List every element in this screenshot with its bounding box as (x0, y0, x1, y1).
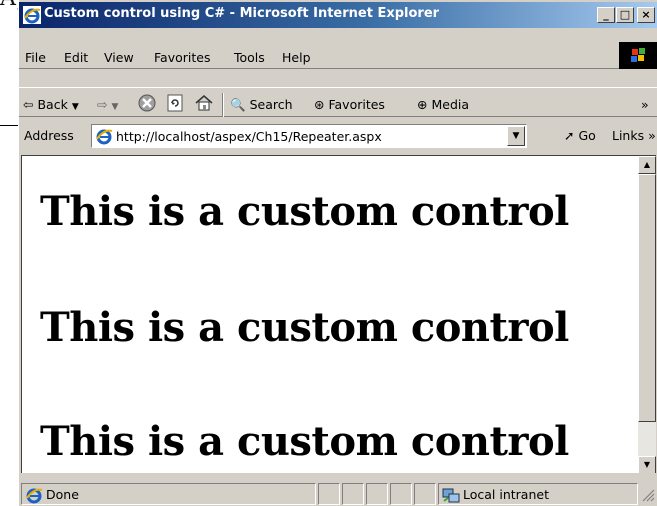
chevron-down-icon: ▼ (111, 102, 119, 112)
address-label: Address (24, 128, 74, 143)
address-bar: Address http://localhost/aspex/Ch15/Repe… (19, 120, 657, 150)
page-content: This is a custom control This is a custo… (21, 155, 656, 473)
address-dropdown-button[interactable]: ▼ (507, 126, 525, 146)
standard-toolbar: ⇦ Back ▼ ⇨ ▼ 🔍 Search ⊛ Favorites ⊕ Medi… (19, 87, 657, 117)
menu-help[interactable]: Help (282, 50, 311, 65)
go-button[interactable]: ➚ Go (564, 128, 596, 143)
favorites-button[interactable]: ⊛ Favorites (314, 97, 385, 112)
arrow-down-icon: ▼ (643, 460, 651, 469)
refresh-button[interactable] (165, 93, 185, 113)
toolbar-overflow-button[interactable]: » (641, 97, 649, 112)
go-arrow-icon: ➚ (564, 128, 575, 143)
scroll-up-button[interactable]: ▲ (638, 156, 656, 174)
minimize-button[interactable]: _ (597, 7, 615, 23)
menu-edit[interactable]: Edit (64, 50, 88, 65)
title-bar[interactable]: Custom control using C# - Microsoft Inte… (19, 2, 657, 28)
menu-tools[interactable]: Tools (234, 50, 265, 65)
windows-logo-icon (619, 42, 657, 69)
chevron-down-icon: ▼ (512, 131, 520, 141)
menu-bar: File Edit View Favorites Tools Help (19, 45, 657, 69)
status-cell (414, 483, 436, 505)
favorites-star-icon: ⊛ (314, 97, 325, 112)
status-cell (342, 483, 364, 505)
toolbar-separator (222, 93, 224, 117)
ie-logo-icon (23, 6, 41, 24)
ie-page-icon (95, 127, 113, 145)
search-button[interactable]: 🔍 Search (230, 97, 293, 113)
menu-favorites[interactable]: Favorites (154, 50, 210, 65)
security-zone-cell: Local intranet (438, 483, 638, 505)
address-url: http://localhost/aspex/Ch15/Repeater.asp… (116, 129, 382, 144)
page-heading-1: This is a custom control (40, 188, 569, 235)
intranet-icon (442, 486, 460, 504)
stop-icon (138, 94, 156, 112)
go-label: Go (578, 128, 596, 143)
media-icon: ⊕ (417, 97, 428, 112)
menu-view[interactable]: View (104, 50, 134, 65)
forward-button[interactable]: ⇨ ▼ (97, 97, 118, 112)
scroll-down-button[interactable]: ▼ (638, 456, 656, 473)
media-button[interactable]: ⊕ Media (417, 97, 469, 112)
menu-file[interactable]: File (25, 50, 46, 65)
status-text: Done (46, 487, 79, 502)
background-divider (0, 125, 20, 126)
links-button[interactable]: Links » (612, 128, 656, 143)
back-label: Back (37, 97, 68, 112)
home-icon (195, 95, 213, 111)
page-heading-3: This is a custom control (40, 418, 569, 465)
browser-window: Custom control using C# - Microsoft Inte… (18, 0, 657, 506)
stop-button[interactable] (137, 93, 157, 113)
arrow-up-icon: ▲ (643, 160, 651, 169)
refresh-icon (167, 94, 183, 112)
scroll-thumb[interactable] (638, 174, 656, 422)
status-cell (318, 483, 340, 505)
page-done-icon (25, 486, 43, 504)
resize-grip-icon[interactable] (641, 488, 655, 502)
maximize-button[interactable]: □ (616, 7, 634, 23)
page-heading-2: This is a custom control (40, 304, 569, 351)
status-main-cell: Done (21, 483, 316, 505)
status-cell (366, 483, 388, 505)
address-input[interactable]: http://localhost/aspex/Ch15/Repeater.asp… (91, 124, 527, 148)
status-bar: Done Local intranet (19, 480, 657, 506)
favorites-label: Favorites (328, 97, 385, 112)
status-cell (390, 483, 412, 505)
vertical-scrollbar[interactable]: ▲ ▼ (638, 156, 656, 473)
media-label: Media (431, 97, 470, 112)
search-icon: 🔍 (230, 97, 246, 112)
search-label: Search (249, 97, 293, 112)
chevron-down-icon: ▼ (71, 102, 79, 112)
home-button[interactable] (194, 93, 214, 113)
security-zone-label: Local intranet (463, 487, 549, 502)
window-title: Custom control using C# - Microsoft Inte… (44, 6, 440, 21)
back-button[interactable]: ⇦ Back ▼ (23, 97, 79, 112)
forward-arrow-icon: ⇨ (97, 97, 108, 112)
close-button[interactable]: × (637, 7, 655, 23)
back-arrow-icon: ⇦ (23, 97, 34, 112)
